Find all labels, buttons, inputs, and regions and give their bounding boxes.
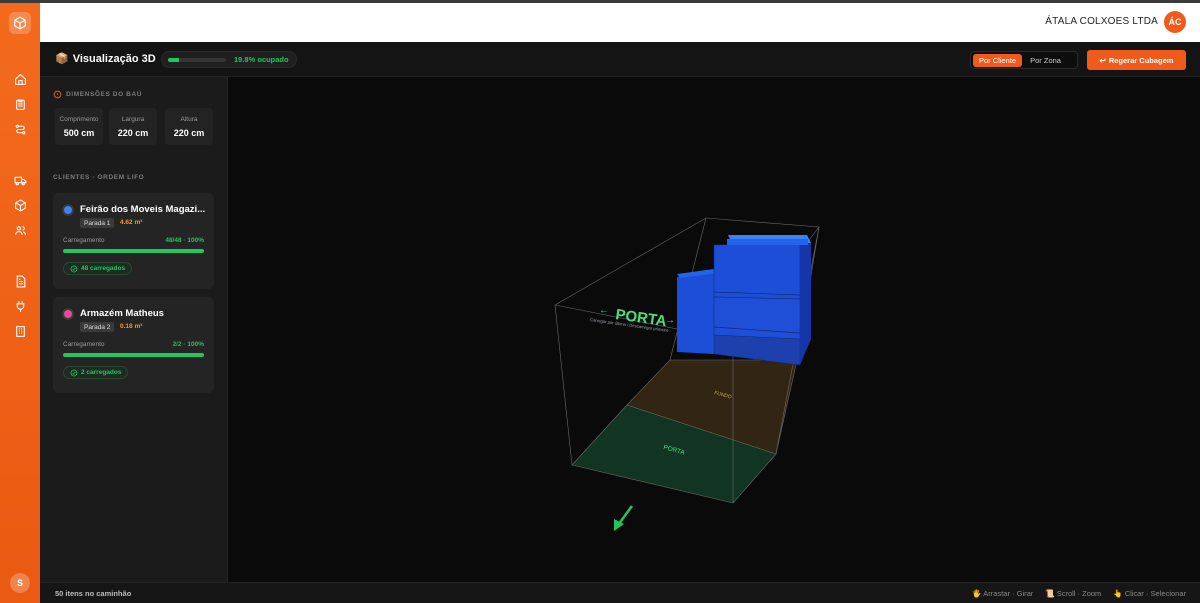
regenerate-cubage-button[interactable]: ↩ Regerar Cubagem bbox=[1087, 50, 1186, 70]
status-bar: 50 itens no caminhão 🖐 Arrastar · Girar … bbox=[40, 582, 1200, 603]
client-name: Armazém Matheus bbox=[80, 308, 164, 319]
regenerate-cubage-label: Regerar Cubagem bbox=[1108, 55, 1174, 65]
occupancy-bar-fill bbox=[168, 57, 180, 62]
clients-heading: CLIENTES - ORDEM LIFO bbox=[53, 174, 145, 181]
user-avatar[interactable]: ÁC bbox=[1164, 11, 1186, 33]
page-title: 📦 Visualização 3D bbox=[55, 52, 156, 66]
app-logo-icon[interactable] bbox=[9, 12, 31, 34]
dimension-height-card: Altura 220 cm bbox=[165, 108, 213, 145]
home-icon[interactable] bbox=[11, 70, 29, 88]
box-icon[interactable] bbox=[11, 196, 29, 214]
sidebar-user-avatar[interactable]: S bbox=[10, 573, 30, 593]
info-icon bbox=[53, 90, 62, 99]
building-icon[interactable] bbox=[11, 322, 29, 340]
loading-bar bbox=[63, 249, 204, 253]
cargo-client-1[interactable] bbox=[677, 235, 811, 366]
occupancy-text: 19.8% ocupado bbox=[234, 55, 289, 64]
check-circle-icon bbox=[70, 265, 78, 272]
dimension-label: Altura bbox=[180, 116, 198, 123]
view-by-zone-button[interactable]: Por Zona bbox=[1024, 54, 1067, 67]
arrow-left-icon: ← bbox=[599, 305, 609, 316]
dimensions-heading-text: DIMENSÕES DO BAÚ bbox=[66, 91, 143, 98]
stop-badge: Parada 2 bbox=[80, 322, 115, 332]
items-count: 50 itens no caminhão bbox=[55, 589, 132, 598]
hint-scroll: 📜 Scroll · Zoom bbox=[1045, 589, 1102, 598]
3d-viewport[interactable]: FUNDO PORTA PORTA ← → Carregar por últim… bbox=[228, 77, 1200, 582]
package-icon: 📦 bbox=[55, 53, 69, 65]
truck-3d-scene[interactable]: FUNDO PORTA PORTA ← → Carregar por últim… bbox=[228, 77, 1200, 582]
route-icon[interactable] bbox=[11, 120, 29, 138]
dimension-length-card: Comprimento 500 cm bbox=[55, 108, 103, 145]
dimension-value: 500 cm bbox=[63, 128, 95, 138]
loading-label: Carregamento bbox=[63, 341, 105, 348]
check-circle-icon bbox=[70, 369, 78, 376]
dimension-value: 220 cm bbox=[117, 128, 149, 138]
dimension-width-card: Largura 220 cm bbox=[109, 108, 157, 145]
loading-bar-fill bbox=[63, 353, 204, 357]
company-name: ÁTALA COLXOES LTDA bbox=[1045, 16, 1158, 27]
top-header: ÁTALA COLXOES LTDA ÁC bbox=[40, 3, 1200, 42]
client-volume: 0.18 m³ bbox=[120, 323, 143, 330]
refresh-icon: ↩ bbox=[1099, 55, 1106, 65]
side-panel: DIMENSÕES DO BAÚ Comprimento 500 cm Larg… bbox=[40, 77, 228, 582]
hint-drag: 🖐 Arrastar · Girar bbox=[972, 589, 1034, 598]
view-by-client-button[interactable]: Por Cliente bbox=[973, 53, 1023, 67]
users-icon[interactable] bbox=[11, 221, 29, 239]
truck-icon[interactable] bbox=[11, 171, 29, 189]
arrow-right-icon: → bbox=[665, 315, 675, 326]
dimensions-heading: DIMENSÕES DO BAÚ bbox=[53, 90, 142, 99]
dimension-label: Largura bbox=[121, 116, 145, 123]
client-color-dot bbox=[62, 308, 74, 320]
loading-label: Carregamento bbox=[63, 237, 105, 244]
view-mode-toggle: Por Cliente Por Zona bbox=[970, 51, 1078, 69]
client-name: Feirão dos Moveis Magazi... bbox=[80, 204, 206, 215]
direction-arrow-icon bbox=[614, 505, 634, 531]
dimension-label: Comprimento bbox=[59, 116, 99, 123]
loading-value: 48/48 · 100% bbox=[165, 237, 204, 244]
plug-icon[interactable] bbox=[11, 297, 29, 315]
viewer-toolbar: 📦 Visualização 3D 19.8% ocupado Por Clie… bbox=[40, 42, 1200, 77]
client-card[interactable]: Armazém Matheus Parada 2 0.18 m³ Carrega… bbox=[53, 297, 214, 393]
loaded-badge-text: 2 carregados bbox=[81, 369, 122, 376]
page-title-text: Visualização 3D bbox=[72, 52, 156, 65]
nav-rail: S bbox=[0, 3, 40, 603]
loaded-badge: 48 carregados bbox=[63, 262, 133, 275]
hint-click: 👆 Clicar · Selecionar bbox=[1113, 589, 1186, 598]
loaded-badge-text: 48 carregados bbox=[81, 265, 126, 272]
loading-bar-fill bbox=[63, 249, 204, 253]
client-card[interactable]: Feirão dos Moveis Magazi... Parada 1 4.6… bbox=[53, 193, 214, 289]
stop-badge: Parada 1 bbox=[80, 218, 115, 228]
clipboard-icon[interactable] bbox=[11, 95, 29, 113]
report-icon[interactable] bbox=[11, 272, 29, 290]
loading-value: 2/2 · 100% bbox=[172, 341, 204, 348]
loading-bar bbox=[63, 353, 204, 357]
loaded-badge: 2 carregados bbox=[63, 366, 129, 379]
control-hints: 🖐 Arrastar · Girar 📜 Scroll · Zoom 👆 Cli… bbox=[972, 589, 1186, 598]
occupancy-indicator: 19.8% ocupado bbox=[161, 51, 297, 68]
dimension-value: 220 cm bbox=[173, 128, 205, 138]
occupancy-bar bbox=[168, 57, 226, 62]
client-color-dot bbox=[62, 204, 74, 216]
client-volume: 4.62 m³ bbox=[120, 219, 143, 226]
